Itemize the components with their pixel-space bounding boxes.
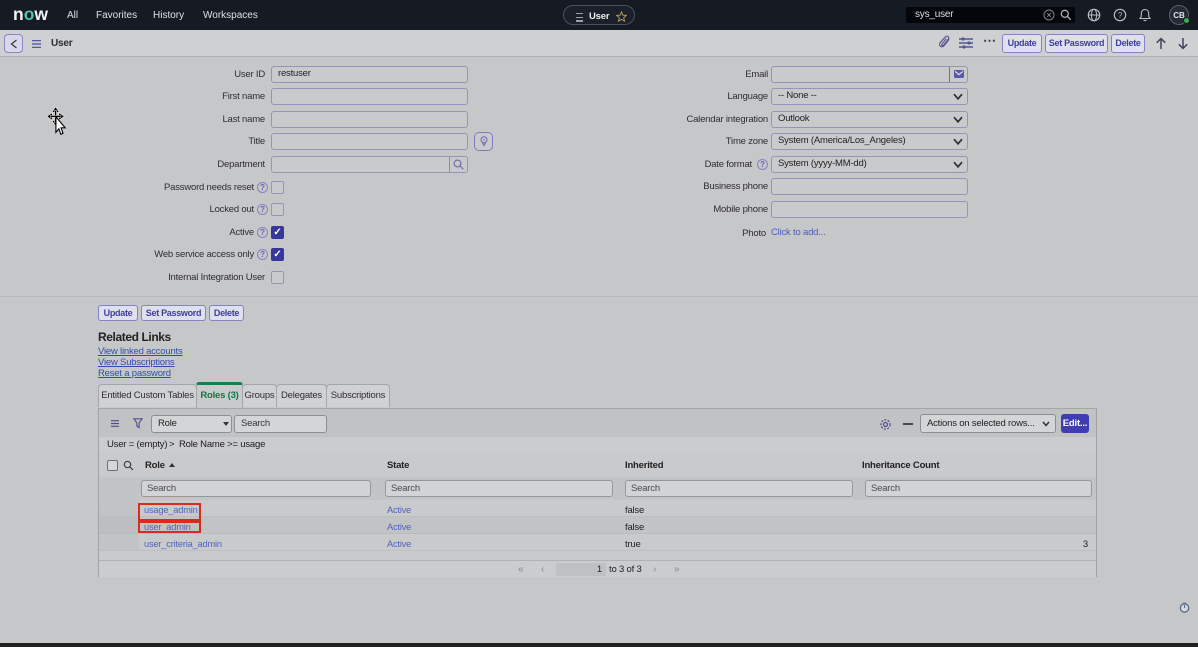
svg-text:?: ?	[1118, 11, 1123, 20]
